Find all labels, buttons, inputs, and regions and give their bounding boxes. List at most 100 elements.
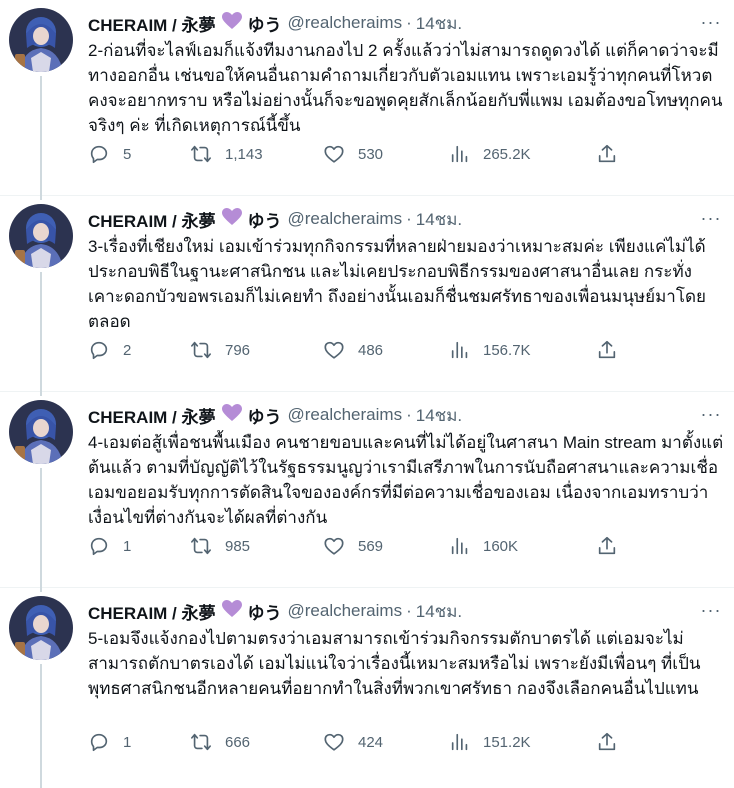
tweet[interactable]: CHERAIM / 永夢 ゆう @realcheraims · 14ชม. ··…	[0, 0, 734, 200]
author-name[interactable]: CHERAIM / 永夢	[88, 11, 216, 36]
views-button[interactable]: 265.2K	[449, 140, 531, 168]
retweet-icon	[191, 145, 211, 163]
more-icon[interactable]: ···	[698, 10, 724, 34]
reply-button[interactable]: 2	[88, 336, 131, 364]
share-button[interactable]	[596, 532, 618, 560]
reply-count: 1	[123, 733, 132, 751]
tweet-time[interactable]: 14ชม.	[416, 402, 462, 429]
tweet-text: 5-เอมจึงแจ้งกองไปตามตรงว่าเอมสามารถเข้าร…	[88, 629, 701, 698]
tweet-header: CHERAIM / 永夢 ゆう @realcheraims · 14ชม.	[88, 206, 724, 232]
tweet-time[interactable]: 14ชม.	[416, 10, 462, 37]
tweet-time[interactable]: 14ชม.	[416, 206, 462, 233]
reply-count: 2	[123, 341, 132, 359]
author-name[interactable]: CHERAIM / 永夢	[88, 403, 216, 428]
reply-count: 5	[123, 145, 132, 163]
share-icon	[598, 340, 616, 359]
author-handle[interactable]: @realcheraims	[288, 601, 403, 621]
thread-line	[40, 468, 42, 592]
avatar[interactable]	[9, 400, 73, 464]
thread-line	[40, 272, 42, 396]
retweet-button[interactable]: 796	[190, 336, 250, 364]
author-handle[interactable]: @realcheraims	[288, 209, 403, 229]
reply-button[interactable]: 5	[88, 140, 131, 168]
purple-heart-icon	[221, 207, 242, 231]
retweet-icon	[191, 341, 211, 359]
tweet-text: 3-เรื่องที่เชียงใหม่ เอมเข้าร่วมทุกกิจกร…	[88, 237, 706, 331]
author-handle[interactable]: @realcheraims	[288, 405, 403, 425]
author-name-suffix[interactable]: ゆう	[248, 207, 282, 232]
tweet[interactable]: CHERAIM / 永夢 ゆう @realcheraims · 14ชม. ··…	[0, 196, 734, 396]
like-icon	[324, 341, 344, 359]
like-button[interactable]: 569	[323, 532, 383, 560]
author-name-suffix[interactable]: ゆう	[248, 11, 282, 36]
views-button[interactable]: 160K	[449, 532, 518, 560]
retweet-count: 796	[225, 341, 251, 359]
view-count: 156.7K	[483, 341, 531, 359]
like-icon	[324, 733, 344, 751]
avatar[interactable]	[9, 204, 73, 268]
separator: ·	[406, 13, 412, 32]
reply-icon	[90, 733, 108, 752]
share-button[interactable]	[596, 140, 618, 168]
separator: ·	[406, 405, 412, 424]
like-icon	[324, 537, 344, 555]
separator: ·	[406, 209, 412, 228]
like-button[interactable]: 530	[323, 140, 383, 168]
retweet-button[interactable]: 666	[190, 728, 250, 756]
tweet-time[interactable]: 14ชม.	[416, 598, 462, 625]
reply-count: 1	[123, 537, 132, 555]
separator: ·	[406, 601, 412, 620]
like-button[interactable]: 424	[323, 728, 383, 756]
share-button[interactable]	[596, 336, 618, 364]
view-count: 160K	[483, 537, 519, 555]
like-count: 486	[358, 341, 384, 359]
reply-button[interactable]: 1	[88, 532, 131, 560]
thread-line	[40, 664, 42, 788]
tweet[interactable]: CHERAIM / 永夢 ゆう @realcheraims · 14ชม. ··…	[0, 392, 734, 592]
author-name[interactable]: CHERAIM / 永夢	[88, 599, 216, 624]
more-icon[interactable]: ···	[698, 598, 724, 622]
author-handle[interactable]: @realcheraims	[288, 13, 403, 33]
tweet[interactable]: CHERAIM / 永夢 ゆう @realcheraims · 14ชม. ··…	[0, 588, 734, 788]
reply-icon	[90, 145, 108, 164]
purple-heart-icon	[221, 599, 242, 623]
share-icon	[598, 536, 616, 555]
retweet-button[interactable]: 1,143	[190, 140, 263, 168]
reply-button[interactable]: 1	[88, 728, 131, 756]
like-count: 424	[358, 733, 384, 751]
avatar[interactable]	[9, 596, 73, 660]
tweet-text: 2-ก่อนที่จะไลฟ์เอมก็แจ้งทีมงานกองไป 2 คร…	[88, 41, 723, 135]
share-icon	[598, 144, 616, 163]
retweet-button[interactable]: 985	[190, 532, 250, 560]
share-button[interactable]	[596, 728, 618, 756]
like-button[interactable]: 486	[323, 336, 383, 364]
more-icon[interactable]: ···	[698, 402, 724, 426]
views-icon	[451, 145, 468, 163]
author-name-suffix[interactable]: ゆう	[248, 403, 282, 428]
views-button[interactable]: 156.7K	[449, 336, 531, 364]
tweet-thread: CHERAIM / 永夢 ゆう @realcheraims · 14ชม. ··…	[0, 0, 734, 788]
tweet-actions: 2 796 486 156.7K	[88, 336, 628, 364]
tweet-text: 4-เอมต่อสู้เพื่อชนพื้นเมือง คนชายขอบและค…	[88, 433, 724, 527]
tweet-actions: 1 985 569 160K	[88, 532, 628, 560]
views-icon	[451, 537, 468, 555]
views-icon	[451, 341, 468, 359]
like-count: 530	[358, 145, 384, 163]
views-icon	[451, 733, 468, 751]
reply-icon	[90, 537, 108, 556]
share-icon	[598, 732, 616, 751]
like-icon	[324, 145, 344, 163]
tweet-actions: 5 1,143 530 265.2K	[88, 140, 628, 168]
more-icon[interactable]: ···	[698, 206, 724, 230]
author-name-suffix[interactable]: ゆう	[248, 599, 282, 624]
avatar[interactable]	[9, 8, 73, 72]
purple-heart-icon	[221, 403, 242, 427]
views-button[interactable]: 151.2K	[449, 728, 531, 756]
tweet-actions: 1 666 424 151.2K	[88, 728, 628, 756]
retweet-count: 1,143	[225, 145, 263, 163]
author-name[interactable]: CHERAIM / 永夢	[88, 207, 216, 232]
like-count: 569	[358, 537, 384, 555]
thread-line	[40, 76, 42, 200]
retweet-count: 666	[225, 733, 251, 751]
tweet-header: CHERAIM / 永夢 ゆう @realcheraims · 14ชม.	[88, 402, 724, 428]
